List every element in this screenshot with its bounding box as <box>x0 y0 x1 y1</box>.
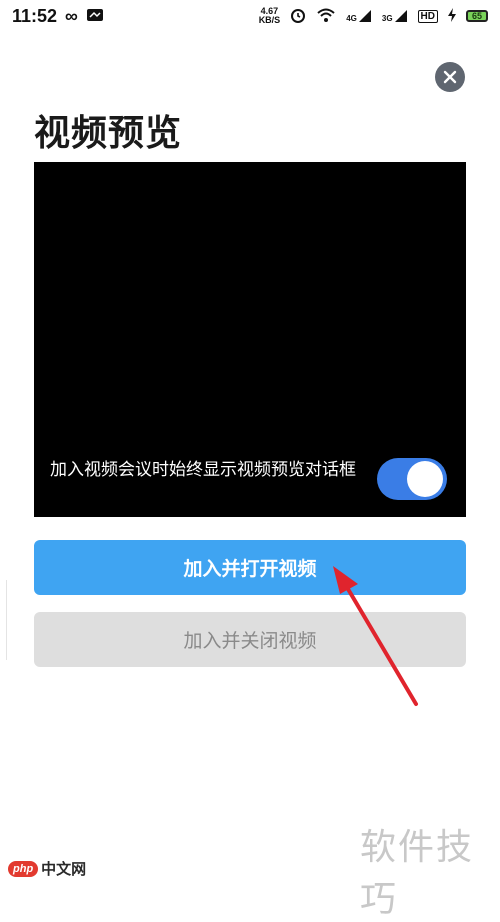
message-icon <box>86 6 104 27</box>
wifi-icon <box>316 7 336 26</box>
join-without-video-button[interactable]: 加入并关闭视频 <box>34 612 466 667</box>
php-logo-text: 中文网 <box>41 860 87 878</box>
hd-icon: HD <box>417 9 438 23</box>
edge-divider <box>0 580 7 660</box>
status-right: 4.67 KB/S 4G 3G HD 65 <box>259 7 488 26</box>
battery-icon: 65 <box>466 10 488 22</box>
join-with-video-button[interactable]: 加入并打开视频 <box>34 540 466 595</box>
signal-4g-icon: 4G <box>346 9 372 23</box>
video-preview: 加入视频会议时始终显示视频预览对话框 <box>34 162 466 517</box>
charging-icon <box>448 7 456 25</box>
toggle-knob <box>407 461 443 497</box>
close-icon <box>443 70 457 84</box>
php-badge: php <box>8 860 39 877</box>
signal-3g-label: 3G <box>381 14 393 23</box>
status-bar: 11:52 ∞ 4.67 KB/S 4G 3G HD 65 <box>0 0 500 32</box>
status-left: 11:52 ∞ <box>12 6 104 27</box>
watermark-text: 软件技巧 <box>360 827 475 920</box>
close-button[interactable] <box>435 62 465 92</box>
preview-option-label: 加入视频会议时始终显示视频预览对话框 <box>50 460 356 480</box>
dialog-title: 视频预览 <box>34 113 183 154</box>
alarm-icon <box>290 7 306 26</box>
signal-3g-icon: 3G <box>382 9 408 23</box>
clock: 11:52 <box>12 5 58 26</box>
signal-4g-label: 4G <box>346 14 357 23</box>
infinity-icon: ∞ <box>65 5 78 26</box>
net-speed-unit: KB/S <box>258 15 281 25</box>
net-speed: 4.67 KB/S <box>259 7 281 25</box>
php-logo: php 中文网 <box>8 858 86 879</box>
always-show-preview-toggle[interactable] <box>377 458 447 500</box>
